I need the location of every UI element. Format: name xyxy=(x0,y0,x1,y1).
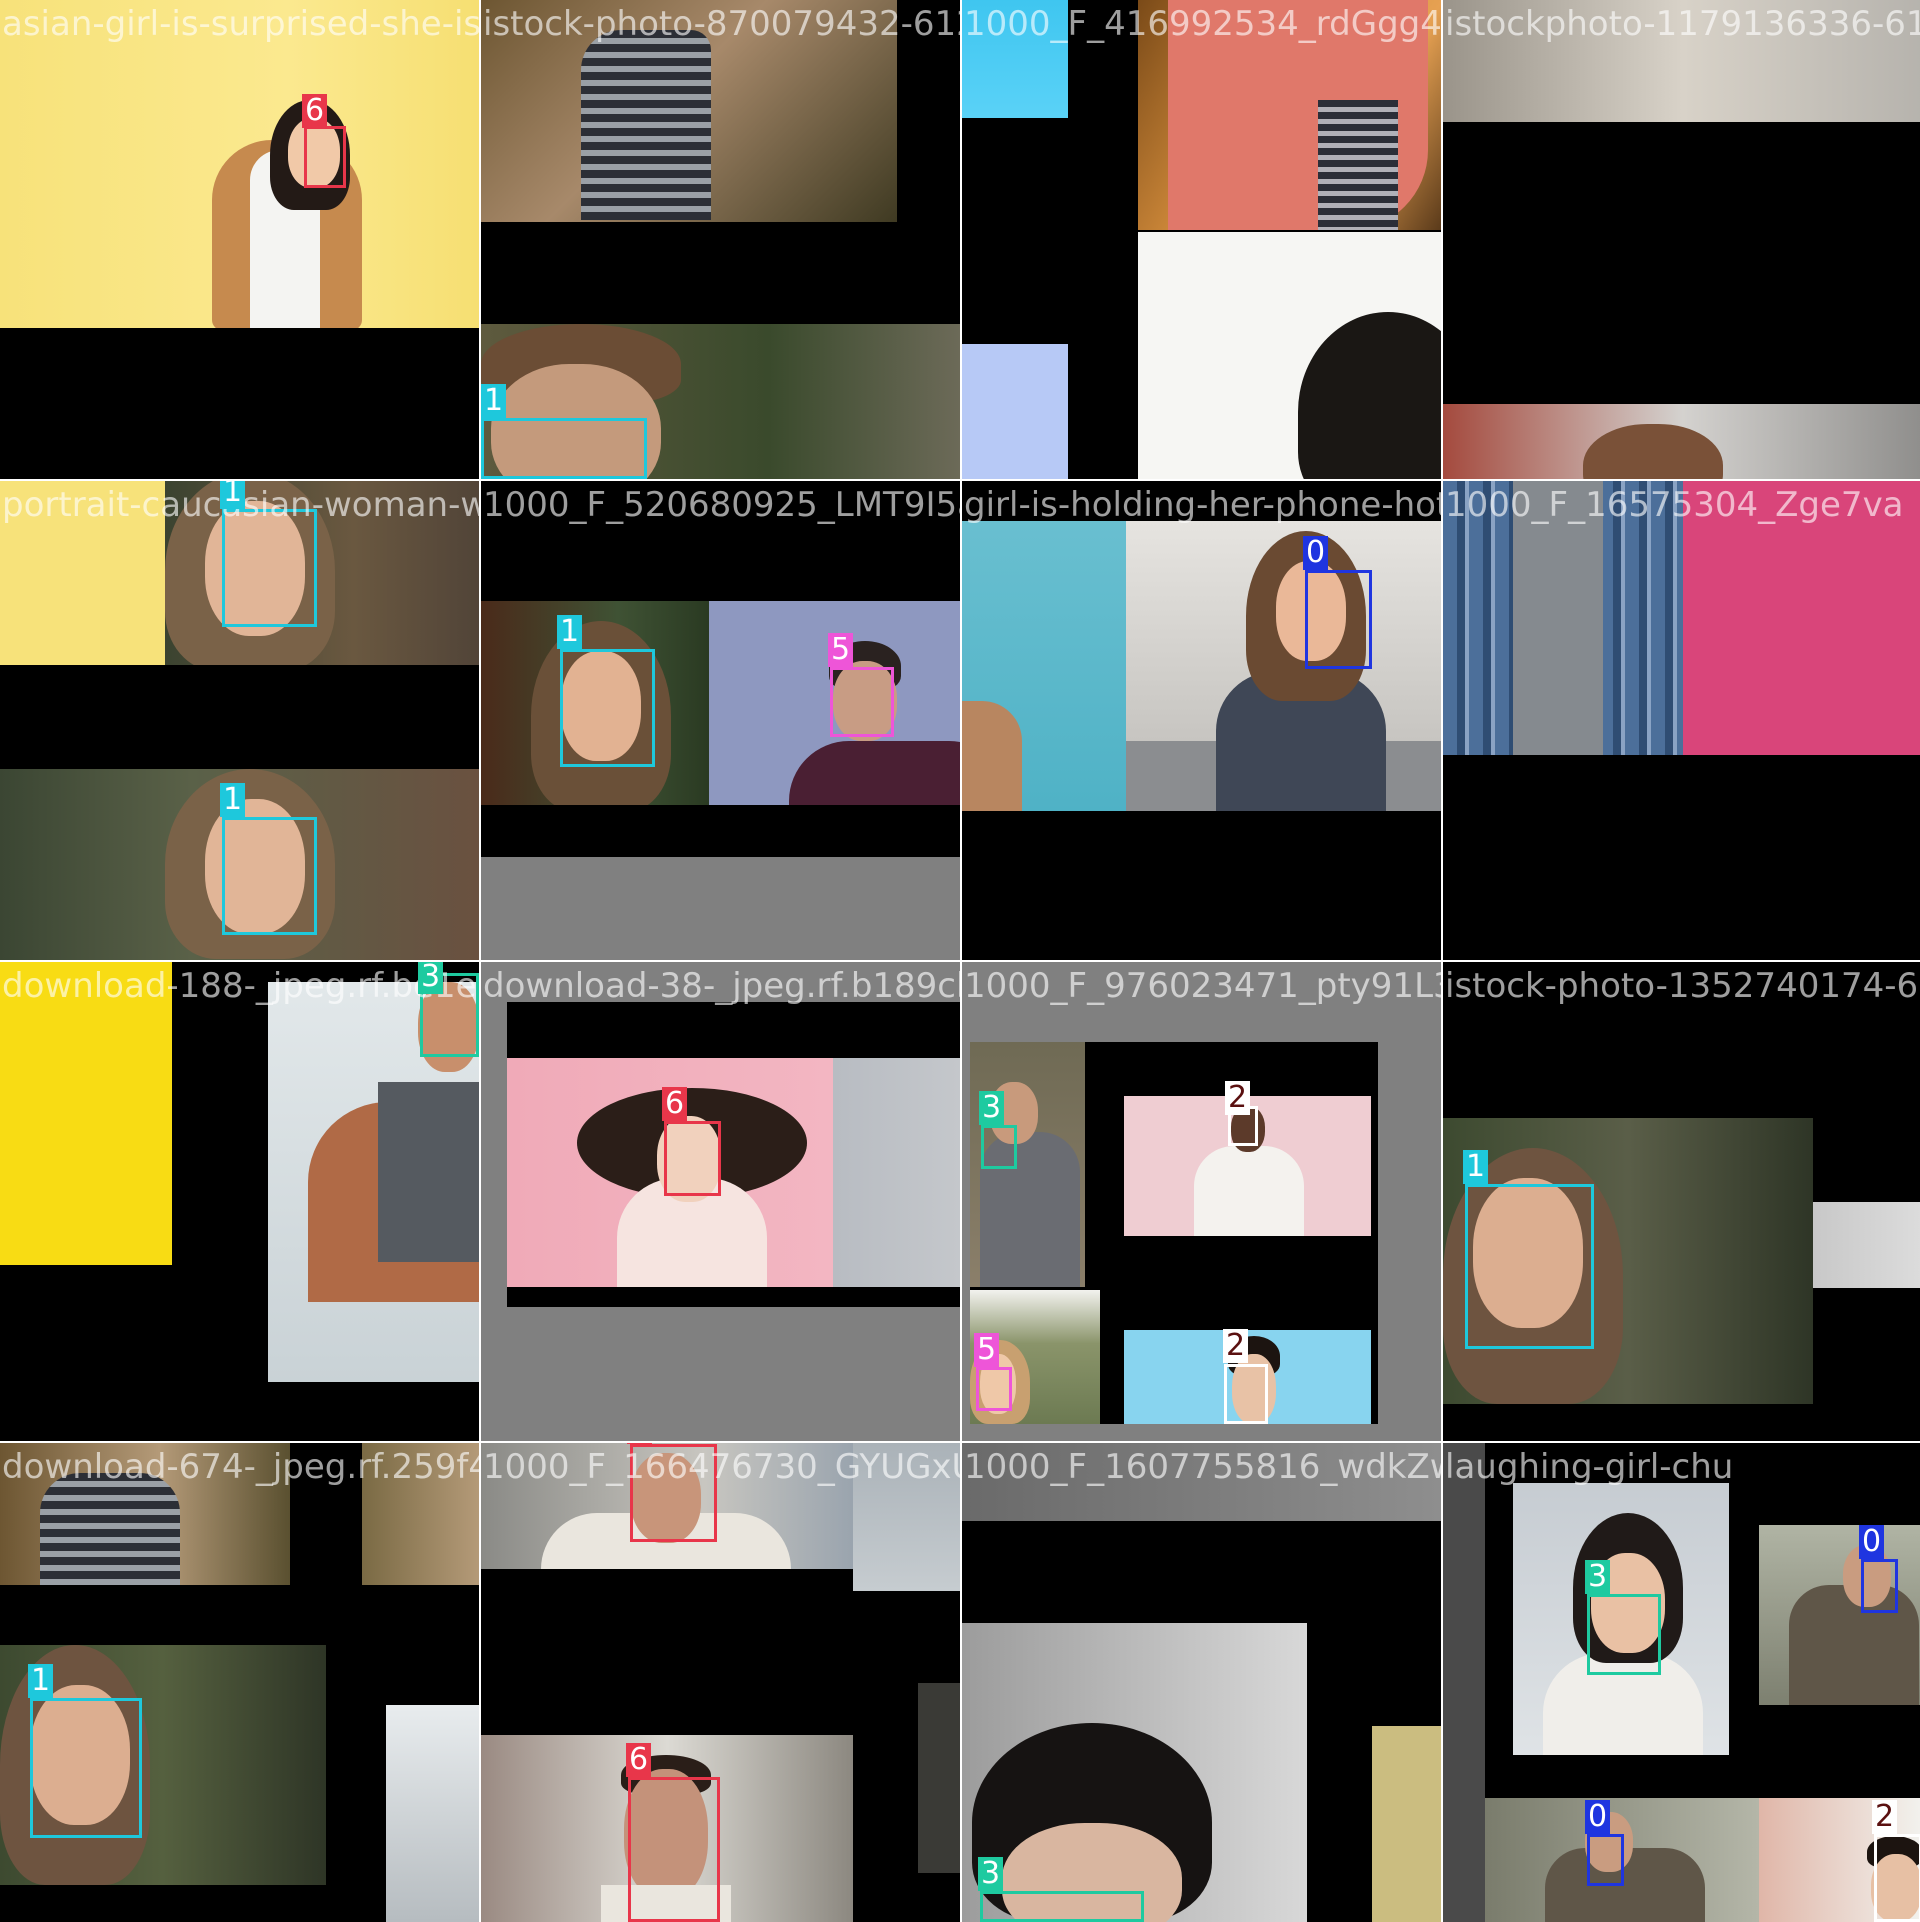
photo xyxy=(386,1705,479,1922)
photo xyxy=(1372,1726,1441,1922)
bounding-box xyxy=(1861,1559,1898,1613)
photo xyxy=(0,1443,290,1585)
class-label: 0 xyxy=(1859,1525,1885,1559)
mosaic-tile: 3 download-188-_jpeg.rf.be1ebc3 xyxy=(0,962,479,1441)
photo xyxy=(962,1623,1307,1922)
mosaic-tile: 1 download-674-_jpeg.rf.259f40aee8 xyxy=(0,1443,479,1922)
photo xyxy=(481,0,897,222)
photo xyxy=(962,344,1068,479)
mosaic-tile: 3 0 0 2 laughing-girl-chu xyxy=(1443,1443,1920,1922)
mosaic-tile: 3 2 5 2 1000_F_976023471_pty91L3ajaYQ3j5… xyxy=(962,962,1441,1441)
bounding-box xyxy=(1874,1834,1920,1922)
class-label: 1 xyxy=(1463,1150,1489,1184)
image-title: laughing-girl-chu xyxy=(1445,1447,1734,1487)
class-label: 1 xyxy=(28,1664,54,1698)
class-label: 3 xyxy=(979,1091,1005,1125)
photo xyxy=(1126,521,1441,811)
image-title: istock-photo-1352740174-612x612_MuCsB2 xyxy=(1445,966,1920,1006)
bounding-box xyxy=(1224,1364,1268,1424)
bounding-box xyxy=(664,1121,721,1196)
mosaic-tile: 1000_F_416992534_rdGgg4tdcKbAWU27yjEVmo xyxy=(962,0,1441,479)
photo xyxy=(1759,1525,1920,1705)
mosaic-tile: 1 5 1000_F_520680925_LMT9I5a7biq3UPgyItO… xyxy=(481,481,960,960)
mosaic-tile: 1 istock-photo-870079432-612x612_jpg.rf. xyxy=(481,0,960,479)
bounding-box xyxy=(222,817,317,935)
photo xyxy=(1443,481,1920,755)
photo xyxy=(0,0,479,328)
photo xyxy=(1813,1202,1920,1288)
class-label: 5 xyxy=(974,1333,1000,1367)
mosaic-tile: 6 6 1000_F_166476730_GYUGxU0PjGFuIMCZ538… xyxy=(481,1443,960,1922)
class-label: 6 xyxy=(662,1087,688,1121)
bounding-box xyxy=(976,1367,1012,1411)
photo xyxy=(0,481,165,665)
photo xyxy=(507,1058,960,1287)
bounding-box xyxy=(481,418,647,479)
bounding-box xyxy=(630,1444,717,1542)
class-label: 1 xyxy=(220,481,246,509)
photo xyxy=(1138,0,1441,230)
photo xyxy=(1443,0,1920,122)
bounding-box xyxy=(560,649,655,767)
bounding-box xyxy=(30,1698,142,1838)
mosaic-tile: 1 istock-photo-1352740174-612x612_MuCsB2 xyxy=(1443,962,1920,1441)
bounding-box xyxy=(830,667,894,737)
mosaic-tile: 6 asian-girl-is-surprised-she-is-shocked… xyxy=(0,0,479,479)
class-label: 2 xyxy=(1225,1081,1251,1115)
mosaic-tile: 1 1 portrait-caucasian-woman-who-looks-s… xyxy=(0,481,479,960)
class-label: 2 xyxy=(1223,1329,1249,1363)
bounding-box xyxy=(1465,1184,1594,1349)
image-title: download-38-_jpeg.rf.b189cb2 xyxy=(483,966,960,1006)
bounding-box xyxy=(1305,570,1372,669)
bounding-box xyxy=(1587,1834,1624,1886)
class-label: 1 xyxy=(220,783,246,817)
mosaic-tile: 3 1000_F_1607755816_wdkZwlnajiJ21hSVSDj9… xyxy=(962,1443,1441,1922)
photo xyxy=(362,1443,479,1585)
mosaic-tile: istockphoto-1179136336-612x612 xyxy=(1443,0,1920,479)
class-label: 0 xyxy=(1303,536,1329,570)
photo xyxy=(481,857,960,960)
bounding-box xyxy=(981,1125,1017,1169)
photo xyxy=(165,481,479,665)
bounding-box xyxy=(628,1777,720,1922)
class-label: 2 xyxy=(1872,1800,1898,1834)
image-title: girl-is-holding-her-phone-hot-le xyxy=(964,485,1441,525)
mosaic-grid: 6 asian-girl-is-surprised-she-is-shocked… xyxy=(0,0,1920,1922)
photo xyxy=(0,962,172,1265)
class-label: 3 xyxy=(418,962,444,994)
photo xyxy=(918,1683,960,1873)
photo xyxy=(853,1443,960,1591)
photo xyxy=(1443,1443,1485,1922)
class-label: 1 xyxy=(557,615,583,649)
class-label: 6 xyxy=(626,1743,652,1777)
class-label: 3 xyxy=(1585,1560,1611,1594)
photo xyxy=(962,0,1068,118)
bounding-box xyxy=(1587,1594,1661,1675)
class-label: 1 xyxy=(481,384,507,418)
image-title: 1000_F_520680925_LMT9I5a7biq3UPgyItONj5 xyxy=(483,485,960,525)
mosaic-tile: 1000_F_16575304_Zge7va xyxy=(1443,481,1920,960)
class-label: 0 xyxy=(1585,1800,1611,1834)
class-label: 5 xyxy=(828,633,854,667)
bounding-box xyxy=(980,1891,1144,1922)
photo xyxy=(1443,404,1920,479)
class-label: 6 xyxy=(627,1443,653,1444)
mosaic-tile: 6 download-38-_jpeg.rf.b189cb2 xyxy=(481,962,960,1441)
bounding-box xyxy=(304,126,346,188)
image-title: 1000_F_976023471_pty91L3ajaYQ3j5qYrIE3 xyxy=(964,966,1441,1006)
photo xyxy=(962,521,1126,811)
class-label: 6 xyxy=(302,94,328,128)
mosaic-tile: 0 girl-is-holding-her-phone-hot-le xyxy=(962,481,1441,960)
photo xyxy=(1138,232,1441,479)
photo xyxy=(962,1443,1441,1521)
bounding-box xyxy=(222,509,317,627)
class-label: 3 xyxy=(978,1857,1004,1891)
